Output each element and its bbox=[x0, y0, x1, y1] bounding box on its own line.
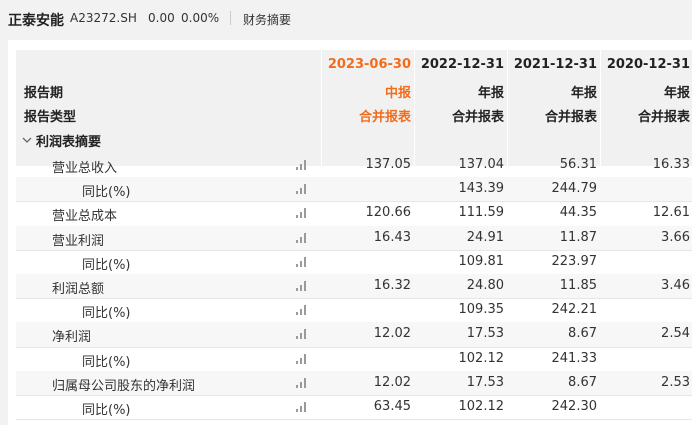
col-header-2023-06-30[interactable]: 2023-06-30 bbox=[321, 57, 411, 72]
bar-chart-icon[interactable] bbox=[296, 329, 308, 340]
period-type: 年报 bbox=[570, 86, 597, 101]
table-cell: 2.54 bbox=[661, 326, 690, 342]
report-type: 合并报表 bbox=[544, 110, 597, 125]
stock-code: A23272.SH bbox=[70, 11, 137, 25]
bar-chart-icon[interactable] bbox=[296, 353, 308, 364]
financial-summary-panel: 2023-06-30 2022-12-31 2021-12-31 2020-12… bbox=[8, 40, 692, 425]
table-cell: 137.05 bbox=[365, 157, 412, 172]
table-cell: 63.45 bbox=[373, 399, 411, 414]
table-cell: 24.80 bbox=[466, 278, 504, 293]
row-label: 同比(%) bbox=[82, 403, 131, 418]
stock-change-pct: 0.00% bbox=[181, 11, 220, 25]
table-cell: 8.67 bbox=[568, 374, 597, 390]
table-cell: 3.46 bbox=[661, 278, 690, 293]
col-header-2020-12-31[interactable]: 2020-12-31 bbox=[600, 57, 690, 72]
period-type: 中报 bbox=[384, 86, 411, 101]
row-label: 营业总收入 bbox=[52, 161, 118, 176]
row-label: 同比(%) bbox=[82, 257, 131, 273]
section-title-income-statement[interactable]: 利润表摘要 bbox=[36, 131, 101, 150]
table-cell: 102.12 bbox=[458, 350, 505, 366]
table-cell: 241.33 bbox=[551, 350, 598, 366]
table-cell: 223.97 bbox=[551, 253, 598, 269]
table-cell: 17.53 bbox=[466, 374, 504, 390]
row-label: 同比(%) bbox=[82, 354, 131, 370]
bar-chart-icon[interactable] bbox=[296, 377, 308, 388]
top-bar: 正泰安能 A23272.SH 0.00 0.00% 财务摘要 bbox=[0, 0, 692, 38]
table-cell: 17.53 bbox=[466, 326, 504, 342]
table-cell: 242.21 bbox=[551, 302, 598, 318]
period-type: 年报 bbox=[477, 86, 504, 101]
table-cell: 16.33 bbox=[652, 157, 690, 172]
table-cell: 242.30 bbox=[551, 399, 598, 414]
bar-chart-icon[interactable] bbox=[296, 256, 308, 267]
row-label: 同比(%) bbox=[82, 306, 131, 322]
row-label: 营业利润 bbox=[52, 233, 105, 249]
table-cell: 102.12 bbox=[458, 399, 505, 414]
bar-chart-icon[interactable] bbox=[296, 281, 308, 291]
row-label: 净利润 bbox=[52, 330, 92, 346]
report-type: 合并报表 bbox=[451, 110, 504, 125]
bar-chart-icon[interactable] bbox=[296, 160, 308, 170]
row-label: 归属母公司股东的净利润 bbox=[52, 378, 196, 394]
table-cell: 12.61 bbox=[652, 205, 690, 221]
row-divider bbox=[16, 395, 692, 396]
table-cell: 16.32 bbox=[373, 278, 411, 293]
table-cell: 11.85 bbox=[559, 278, 597, 293]
table-cell: 8.67 bbox=[568, 326, 597, 342]
row-divider bbox=[16, 346, 692, 348]
row-divider bbox=[16, 249, 692, 251]
row-label: 同比(%) bbox=[82, 185, 131, 201]
stock-price: 0.00 bbox=[148, 11, 175, 25]
period-type: 年报 bbox=[663, 86, 690, 101]
table-cell: 109.35 bbox=[458, 302, 505, 318]
row-label: 营业总成本 bbox=[52, 209, 118, 225]
report-type: 合并报表 bbox=[637, 110, 690, 125]
tab-financial-summary[interactable]: 财务摘要 bbox=[243, 11, 291, 28]
col-header-2022-12-31[interactable]: 2022-12-31 bbox=[414, 57, 504, 72]
row-divider bbox=[16, 419, 692, 421]
report-type-label: 报告类型 bbox=[24, 110, 77, 125]
bar-chart-icon[interactable] bbox=[296, 208, 308, 219]
bar-chart-icon[interactable] bbox=[296, 232, 308, 243]
table-cell: 56.31 bbox=[559, 157, 597, 172]
divider bbox=[230, 11, 231, 25]
table-cell: 12.02 bbox=[373, 326, 411, 342]
bar-chart-icon[interactable] bbox=[296, 184, 308, 195]
table-cell: 3.66 bbox=[661, 229, 690, 245]
table-cell: 44.35 bbox=[559, 205, 597, 221]
table-cell: 11.87 bbox=[559, 229, 597, 245]
stock-name: 正泰安能 bbox=[8, 13, 64, 29]
bar-chart-icon[interactable] bbox=[296, 402, 308, 412]
table-cell: 24.91 bbox=[466, 229, 504, 245]
chevron-down-icon[interactable] bbox=[22, 135, 32, 145]
table-cell: 143.39 bbox=[458, 181, 505, 197]
bar-chart-icon[interactable] bbox=[296, 305, 308, 316]
row-divider bbox=[16, 298, 692, 300]
table-cell: 137.04 bbox=[458, 157, 505, 172]
table-cell: 244.79 bbox=[551, 181, 598, 197]
table-cell: 12.02 bbox=[373, 374, 411, 390]
report-type: 合并报表 bbox=[358, 110, 411, 125]
table-cell: 2.53 bbox=[661, 374, 690, 390]
row-divider bbox=[16, 201, 692, 203]
table-cell: 16.43 bbox=[373, 229, 411, 245]
table-cell: 109.81 bbox=[458, 253, 505, 269]
col-header-2021-12-31[interactable]: 2021-12-31 bbox=[507, 57, 597, 72]
table-cell: 111.59 bbox=[458, 205, 505, 221]
table-cell: 120.66 bbox=[365, 205, 412, 221]
row-label: 利润总额 bbox=[52, 282, 105, 297]
report-period-label: 报告期 bbox=[24, 86, 64, 101]
